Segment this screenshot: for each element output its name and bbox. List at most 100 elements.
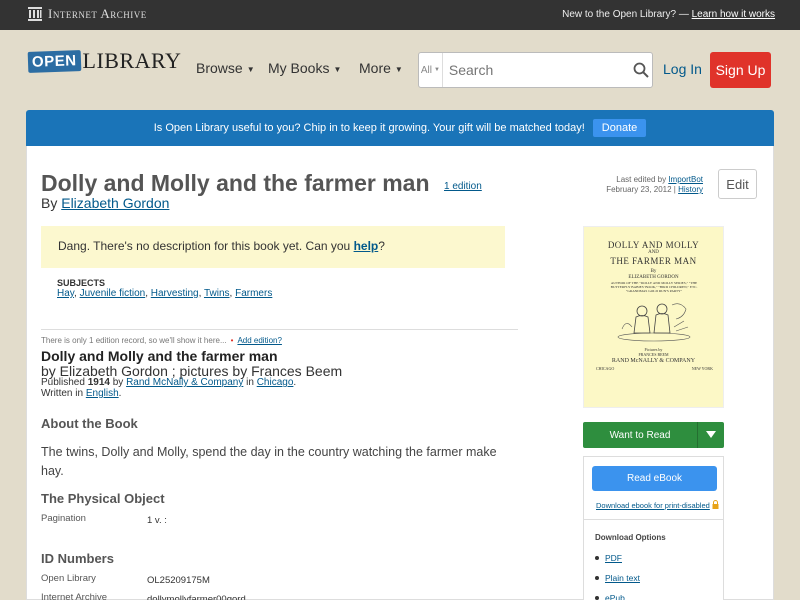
- book-title: Dolly and Molly and the farmer man: [41, 170, 430, 196]
- want-to-read-main[interactable]: Want to Read: [583, 422, 697, 448]
- donate-button[interactable]: Donate: [592, 119, 647, 137]
- add-edition-link[interactable]: Add edition?: [237, 336, 281, 345]
- open-library-id-value: OL25209175M: [147, 575, 210, 586]
- print-disabled-link[interactable]: Download ebook for print-disabled: [596, 501, 710, 510]
- cover-by: By: [650, 269, 657, 274]
- last-edited-date: February 23, 2012: [606, 185, 672, 194]
- pagination-value: 1 v. :: [147, 515, 167, 526]
- bullet-icon: •: [230, 336, 234, 345]
- published-year: 1914: [87, 377, 110, 388]
- physical-object-heading: The Physical Object: [41, 491, 165, 506]
- sign-up-button[interactable]: Sign Up: [710, 52, 771, 88]
- search-bar: All ▼: [418, 52, 653, 88]
- subject-link[interactable]: Hay: [57, 288, 74, 299]
- edition-published: Published 1914 by Rand McNally & Company…: [41, 377, 297, 388]
- cover-fine-print: AUTHOR OF THE "DOLLY AND MOLLY SERIES," …: [604, 281, 704, 293]
- published-label: Published: [41, 377, 85, 388]
- internet-archive-logo-text: Internet Archive: [48, 6, 147, 21]
- published-in-word: in: [246, 377, 254, 388]
- edition-note-text: There is only 1 edition record, so we'll…: [41, 336, 227, 345]
- search-scope-select[interactable]: All ▼: [419, 53, 443, 87]
- logo-library: LIBRARY: [82, 48, 182, 73]
- help-link[interactable]: help: [354, 239, 379, 253]
- donation-banner: Is Open Library useful to you? Chip in t…: [26, 110, 774, 146]
- publisher-link[interactable]: Rand McNally & Company: [126, 377, 243, 388]
- subject-link[interactable]: Farmers: [235, 288, 272, 299]
- print-disabled-download[interactable]: Download ebook for print-disabled: [596, 500, 719, 511]
- language-link[interactable]: English: [86, 388, 119, 399]
- history-link[interactable]: History: [678, 185, 703, 194]
- cover-title-line1: DOLLY AND MOLLY: [607, 240, 700, 250]
- read-ebook-button[interactable]: Read eBook: [592, 466, 717, 491]
- divider: [41, 329, 518, 330]
- open-library-id-label: Open Library: [41, 573, 96, 584]
- about-text: The twins, Dolly and Molly, spend the da…: [41, 445, 497, 478]
- search-scope-label: All: [420, 64, 433, 76]
- bullet-icon: [595, 576, 599, 580]
- edit-button[interactable]: Edit: [718, 169, 757, 199]
- log-in-link[interactable]: Log In: [663, 61, 702, 77]
- cover-publisher: RAND McNALLY & COMPANY: [611, 358, 696, 364]
- download-options-heading: Download Options: [595, 533, 666, 542]
- chevron-down-icon: ▼: [394, 64, 403, 74]
- archive-building-icon: [28, 7, 42, 21]
- chevron-down-icon: ▼: [434, 67, 440, 73]
- edition-language: Written in English.: [41, 388, 122, 399]
- cover-and: AND: [648, 250, 659, 255]
- cover-title-line2: THE FARMER MAN: [610, 256, 697, 266]
- nav-browse[interactable]: Browse ▼: [196, 60, 255, 76]
- search-icon[interactable]: [630, 62, 652, 78]
- download-pdf: PDF: [595, 553, 622, 563]
- download-epub-link[interactable]: ePub: [605, 593, 625, 600]
- bullet-icon: [595, 556, 599, 560]
- divider: [584, 519, 723, 520]
- published-by-word: by: [112, 377, 124, 388]
- download-pdf-link[interactable]: PDF: [605, 553, 622, 563]
- cover-illustrator: FRANCES BEEM: [638, 352, 669, 357]
- chevron-down-icon: ▼: [333, 64, 342, 74]
- chevron-down-icon: ▼: [246, 64, 255, 74]
- subject-link[interactable]: Twins: [204, 288, 230, 299]
- nav-my-books[interactable]: My Books ▼: [268, 60, 341, 76]
- subject-link[interactable]: Harvesting: [151, 288, 199, 299]
- last-edited-by-link[interactable]: ImportBot: [668, 175, 703, 184]
- want-to-read-dropdown[interactable]: [697, 422, 724, 448]
- subject-link[interactable]: Juvenile fiction: [80, 288, 146, 299]
- open-library-logo[interactable]: OPEN LIBRARY: [27, 48, 182, 74]
- nav-browse-label: Browse: [196, 60, 243, 76]
- id-numbers-heading: ID Numbers: [41, 551, 114, 566]
- logo-open: OPEN: [27, 49, 81, 73]
- edition-note: There is only 1 edition record, so we'll…: [41, 336, 282, 345]
- publish-place-link[interactable]: Chicago: [257, 377, 294, 388]
- book-cover[interactable]: DOLLY AND MOLLY AND THE FARMER MAN By EL…: [583, 226, 724, 408]
- written-in-label: Written in: [41, 388, 84, 399]
- edition-count-link[interactable]: 1 edition: [444, 181, 482, 192]
- internet-archive-id-label: Internet Archive: [41, 592, 108, 600]
- last-edited-info: Last edited by ImportBot February 23, 20…: [606, 175, 703, 194]
- edition-title: Dolly and Molly and the farmer man: [41, 348, 278, 364]
- about-heading: About the Book: [41, 416, 138, 431]
- bullet-icon: [595, 596, 599, 600]
- download-epub: ePub: [595, 593, 625, 600]
- cover-pictures-by: Pictures by FRANCES BEEM: [584, 347, 723, 357]
- internet-archive-logo[interactable]: Internet Archive: [28, 6, 147, 22]
- subjects-label: SUBJECTS: [57, 278, 106, 288]
- cover-author: ELIZABETH GORDON: [628, 275, 679, 280]
- cover-city: NEW YORK: [691, 366, 713, 371]
- description-text: Dang. There's no description for this bo…: [58, 239, 351, 253]
- nav-more[interactable]: More ▼: [359, 60, 403, 76]
- want-to-read-button: Want to Read: [583, 422, 724, 448]
- download-plain-text-link[interactable]: Plain text: [605, 573, 640, 583]
- cover-cities: CHICAGO NEW YORK: [596, 366, 713, 371]
- site-header: OPEN LIBRARY Browse ▼ My Books ▼ More ▼ All…: [0, 30, 800, 110]
- author-link[interactable]: Elizabeth Gordon: [61, 195, 169, 211]
- internet-archive-bar: Internet Archive New to the Open Library…: [0, 0, 800, 30]
- last-edited-prefix: Last edited by: [616, 175, 667, 184]
- pagination-label: Pagination: [41, 513, 86, 524]
- search-input[interactable]: [442, 53, 630, 87]
- book-author-line: By Elizabeth Gordon: [41, 195, 169, 211]
- read-options-box: Read eBook Download ebook for print-disa…: [583, 456, 724, 600]
- nav-more-label: More: [359, 60, 391, 76]
- internet-archive-id-link[interactable]: dollymollyfarmer00gord: [147, 594, 246, 600]
- learn-how-it-works-link[interactable]: Learn how it works: [692, 9, 775, 20]
